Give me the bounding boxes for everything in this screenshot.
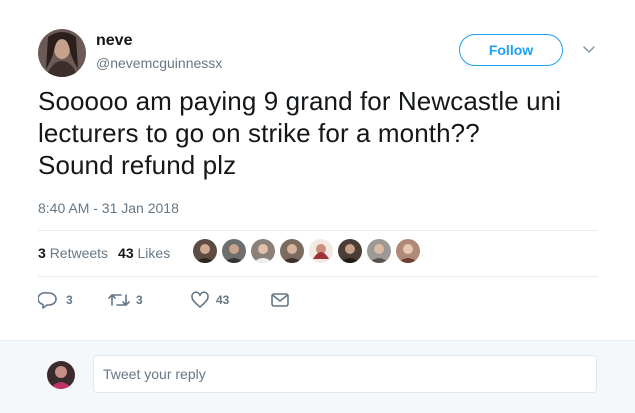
likes-label: Likes	[137, 245, 171, 261]
liker-avatar[interactable]	[222, 239, 246, 263]
likes-count: 43	[118, 245, 134, 261]
tweet-text-line: Sooooo am paying 9 grand for Newcastle u…	[38, 86, 562, 116]
liker-avatar[interactable]	[396, 239, 420, 263]
tweet-timestamp[interactable]: 8:40 AM - 31 Jan 2018	[38, 200, 179, 216]
liker-avatar[interactable]	[193, 239, 217, 263]
tweet-text: Sooooo am paying 9 grand for Newcastle u…	[38, 85, 608, 181]
liker-avatar[interactable]	[251, 239, 275, 263]
tweet-stats: 3 Retweets 43 Likes	[38, 243, 180, 263]
likers-avatars	[193, 239, 425, 263]
message-icon	[270, 291, 290, 309]
liker-avatar[interactable]	[367, 239, 391, 263]
follow-button[interactable]: Follow	[459, 34, 563, 66]
heart-icon	[190, 291, 210, 309]
message-action[interactable]	[270, 291, 290, 309]
retweets-count: 3	[38, 245, 46, 261]
liker-avatar[interactable]	[338, 239, 362, 263]
likes-stat[interactable]: 43 Likes	[118, 245, 170, 261]
reply-icon	[38, 291, 58, 309]
like-action[interactable]: 43	[190, 291, 270, 309]
reply-input[interactable]: Tweet your reply	[93, 355, 597, 393]
retweet-action[interactable]: 3	[108, 291, 190, 309]
retweets-stat[interactable]: 3 Retweets	[38, 245, 108, 261]
user-handle[interactable]: @nevemcguinnessx	[96, 55, 222, 71]
tweet-text-line: Sound refund plz	[38, 150, 237, 180]
retweets-label: Retweets	[49, 245, 109, 261]
divider	[38, 230, 598, 231]
tweet-text-line: lecturers to go on strike for a month??	[38, 118, 480, 148]
tweet-card: neve @nevemcguinnessx Follow Sooooo am p…	[0, 0, 635, 340]
reply-action[interactable]: 3	[38, 291, 108, 309]
retweet-icon	[108, 291, 130, 309]
retweet-count: 3	[136, 293, 143, 307]
chevron-down-icon[interactable]	[581, 42, 597, 58]
liker-avatar[interactable]	[309, 239, 333, 263]
reply-count: 3	[66, 293, 73, 307]
liker-avatar[interactable]	[280, 239, 304, 263]
current-user-avatar[interactable]	[47, 361, 75, 389]
like-count: 43	[216, 293, 230, 307]
user-name[interactable]: neve	[96, 32, 132, 50]
user-avatar[interactable]	[38, 29, 86, 77]
tweet-actions: 3 3 43	[38, 290, 290, 310]
reply-bar: Tweet your reply	[0, 340, 635, 413]
divider	[38, 276, 598, 277]
